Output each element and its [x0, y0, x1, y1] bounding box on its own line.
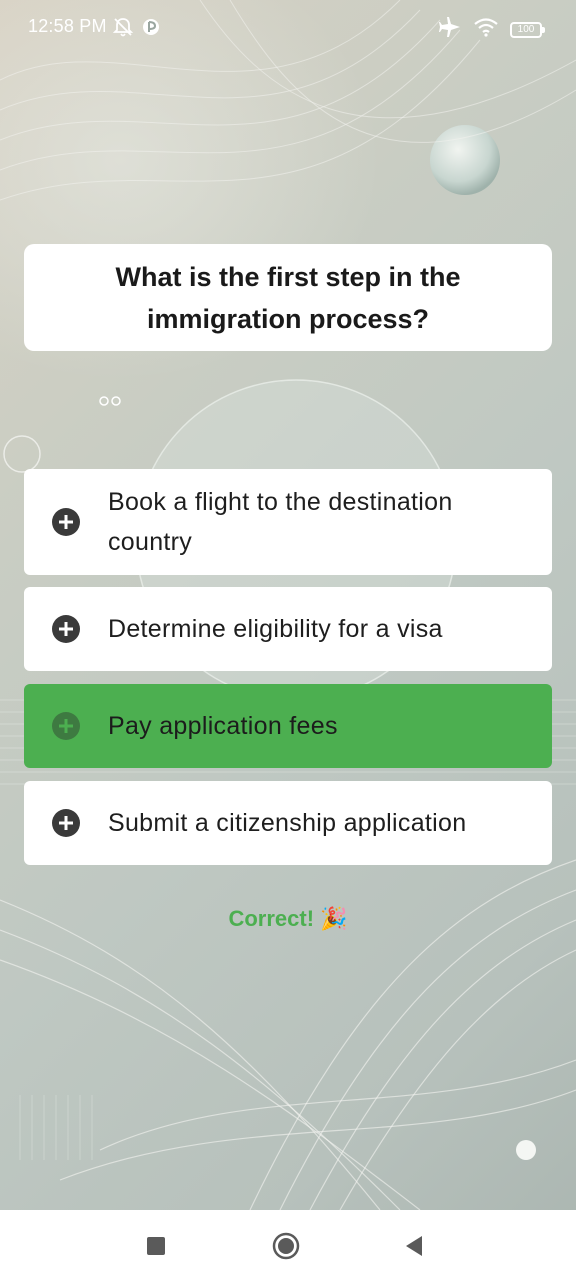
answer-option-label: Pay application fees: [108, 712, 338, 740]
question-card: What is the first step in the immigratio…: [24, 244, 552, 351]
plus-circle-icon: [52, 615, 80, 643]
airplane-icon: [438, 16, 462, 43]
app-notification-icon: [142, 18, 160, 41]
answer-option-label: Submit a citizenship application: [108, 809, 467, 837]
answer-option-label: Determine eligibility for a visa: [108, 615, 443, 643]
answer-option-4[interactable]: Submit a citizenship application: [24, 781, 552, 865]
app-screen: 12:58 PM 100 What is the first step in t…: [0, 0, 576, 1280]
status-left-icons: [112, 16, 160, 43]
wifi-icon: [474, 17, 498, 42]
plus-circle-icon: [52, 508, 80, 536]
plus-circle-icon: [52, 712, 80, 740]
status-time: 12:58 PM: [28, 16, 107, 36]
back-triangle-icon[interactable]: [400, 1232, 428, 1260]
plus-circle-icon: [52, 809, 80, 837]
answer-option-2[interactable]: Determine eligibility for a visa: [24, 587, 552, 671]
answer-option-label: Book a flight to the destination country: [108, 488, 453, 556]
mute-alarm-icon: [112, 16, 134, 43]
feedback-message: Correct! 🎉: [228, 906, 348, 931]
answer-option-3-correct[interactable]: Pay application fees: [24, 684, 552, 768]
status-bar: 12:58 PM 100: [0, 0, 576, 56]
battery-icon: 100: [510, 21, 545, 38]
home-circle-icon[interactable]: [272, 1232, 300, 1260]
recents-square-icon[interactable]: [142, 1232, 170, 1260]
navigation-bar: [0, 1210, 576, 1280]
answer-option-1[interactable]: Book a flight to the destination country: [24, 469, 552, 575]
question-text: What is the first step in the immigratio…: [115, 261, 461, 334]
status-right-icons: 100: [438, 16, 545, 43]
